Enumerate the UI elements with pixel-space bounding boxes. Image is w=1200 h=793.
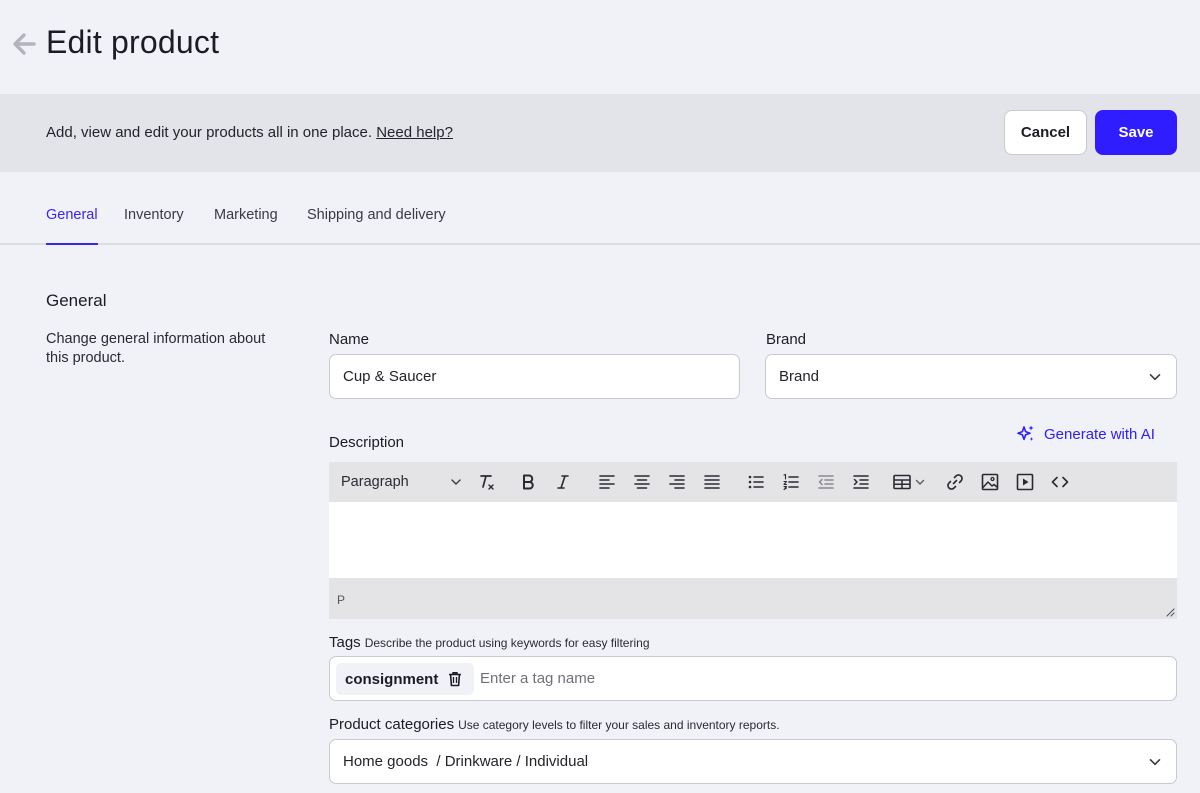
generate-with-ai-label: Generate with AI <box>1044 425 1155 443</box>
banner-text: Add, view and edit your products all in … <box>46 124 453 141</box>
tab-shipping-and-delivery[interactable]: Shipping and delivery <box>307 207 446 243</box>
brand-label: Brand <box>766 331 807 348</box>
tab-general[interactable]: General <box>46 207 98 245</box>
tab-bar: General Inventory Marketing Shipping and… <box>0 172 1200 245</box>
align-center-icon[interactable] <box>630 470 654 494</box>
brand-select[interactable]: Brand <box>765 354 1177 399</box>
description-label: Description <box>329 434 405 451</box>
section-description: Change general information about this pr… <box>46 331 266 366</box>
categories-label: Product categories <box>329 716 455 733</box>
name-value: Cup & Saucer <box>343 368 437 385</box>
save-button[interactable]: Save <box>1095 110 1177 155</box>
tag-chip: consignment <box>336 663 475 695</box>
action-banner: Add, view and edit your products all in … <box>0 94 1200 172</box>
editor-statusbar: P <box>329 578 1177 619</box>
clear-format-icon[interactable] <box>475 470 499 494</box>
media-icon[interactable] <box>1013 470 1037 494</box>
image-icon[interactable] <box>978 470 1002 494</box>
align-left-icon[interactable] <box>595 470 619 494</box>
tags-field[interactable]: consignment <box>329 656 1177 701</box>
table-icon[interactable] <box>892 470 932 494</box>
categories-select[interactable]: Home goods / Drinkware / Individual <box>329 739 1177 784</box>
page-title: Edit product <box>46 24 220 60</box>
brand-value: Brand <box>779 368 820 385</box>
code-icon[interactable] <box>1048 470 1072 494</box>
categories-value: Home goods / Drinkware / Individual <box>343 753 589 770</box>
chevron-down-icon <box>451 479 461 485</box>
cancel-button[interactable]: Cancel <box>1004 110 1087 155</box>
tag-input[interactable] <box>480 657 1170 700</box>
editor-content-area[interactable] <box>329 502 1177 578</box>
rich-text-editor: Paragraph P <box>329 462 1177 619</box>
name-label: Name <box>329 331 370 348</box>
arrow-left-icon[interactable] <box>10 30 38 58</box>
bullet-list-icon[interactable] <box>744 470 768 494</box>
sparkle-icon <box>1017 425 1034 441</box>
bold-icon[interactable] <box>516 470 540 494</box>
indent-icon[interactable] <box>849 470 873 494</box>
numbered-list-icon[interactable] <box>779 470 803 494</box>
tab-inventory[interactable]: Inventory <box>124 207 184 243</box>
chevron-down-icon <box>1149 759 1161 766</box>
italic-icon[interactable] <box>551 470 575 494</box>
categories-hint: Use category levels to filter your sales… <box>458 718 780 732</box>
banner-message: Add, view and edit your products all in … <box>46 124 373 141</box>
tags-label: Tags <box>329 634 361 651</box>
block-format-select[interactable]: Paragraph <box>341 470 463 494</box>
tags-label-row: Tags Describe the product using keywords … <box>329 634 650 651</box>
align-justify-icon[interactable] <box>700 470 724 494</box>
tags-hint: Describe the product using keywords for … <box>364 636 650 650</box>
element-path: P <box>337 593 346 607</box>
tab-marketing[interactable]: Marketing <box>214 207 278 243</box>
resize-handle-icon[interactable] <box>1165 607 1175 617</box>
link-icon[interactable] <box>943 470 967 494</box>
tag-label: consignment <box>345 670 439 688</box>
section-title: General <box>46 291 107 310</box>
chevron-down-icon <box>1149 374 1161 381</box>
page-header: Edit product <box>0 0 1200 94</box>
outdent-icon[interactable] <box>814 470 838 494</box>
trash-icon[interactable] <box>448 671 462 687</box>
categories-label-row: Product categories Use category levels to… <box>329 716 780 733</box>
need-help-link[interactable]: Need help? <box>376 124 453 141</box>
generate-with-ai-button[interactable]: Generate with AI <box>1016 424 1155 444</box>
block-format-value: Paragraph <box>341 474 409 490</box>
name-input[interactable]: Cup & Saucer <box>329 354 740 399</box>
editor-toolbar: Paragraph <box>329 462 1177 502</box>
align-right-icon[interactable] <box>665 470 689 494</box>
